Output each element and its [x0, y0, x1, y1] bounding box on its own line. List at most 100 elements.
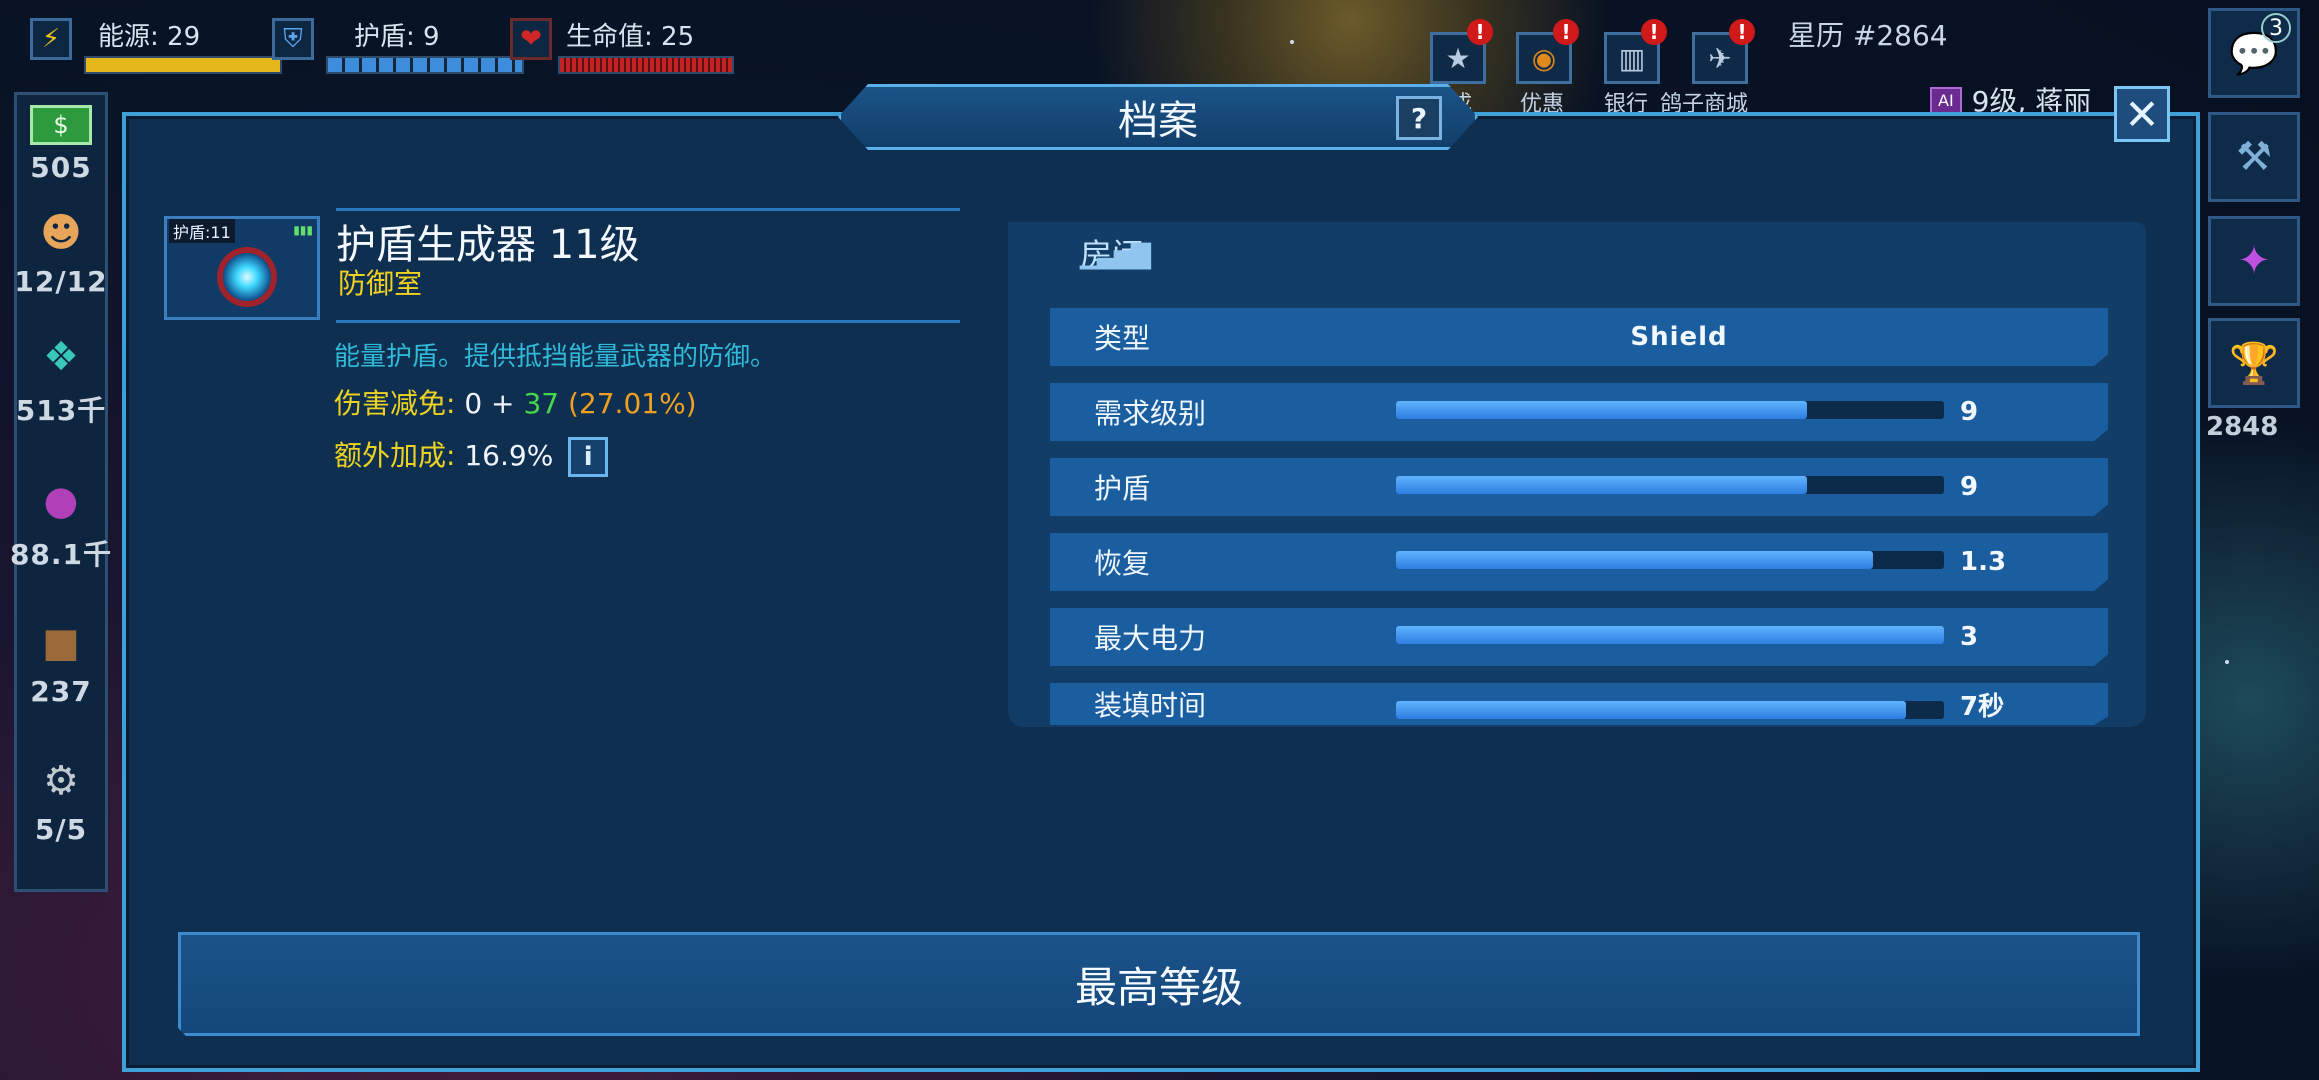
damage-reduction-base: 0 + — [464, 387, 515, 420]
alert-badge: ! — [1729, 19, 1755, 45]
cash-icon: $ — [30, 105, 92, 145]
stat-row: 护盾 9 — [1050, 458, 2108, 516]
hull-meter[interactable]: ❤ 生命值: 25 — [510, 18, 734, 74]
hull-bar — [558, 56, 734, 74]
room-type-row: 类型 Shield — [1050, 308, 2108, 366]
trophy-button[interactable]: 🏆 — [2208, 318, 2300, 408]
modal-title: 档案 — [1118, 98, 1198, 144]
pumpkin-icon: ◉ — [1531, 41, 1557, 75]
stat-bar — [1396, 551, 1944, 569]
stat-bar — [1396, 476, 1944, 494]
row-label: 恢复 — [1094, 547, 1151, 580]
stat-bar-fill — [1396, 626, 1944, 644]
close-button[interactable]: ✕ — [2114, 86, 2170, 142]
divider — [336, 320, 960, 323]
shield-generator-thumbnail: 护盾:11 ▮▮▮ — [164, 216, 320, 320]
storage-value: 237 — [30, 675, 92, 708]
achievement-button[interactable]: ★ ! — [1430, 19, 1493, 84]
alert-badge: ! — [1553, 19, 1579, 45]
stat-bar-fill — [1396, 551, 1873, 569]
sidebar-item-crew[interactable]: ☻ 12/12 — [14, 207, 108, 298]
shield-meter[interactable]: ⛨ 护盾: 9 — [272, 18, 524, 74]
sidebar-item-ships[interactable]: ⚙ 5/5 — [17, 755, 105, 846]
modal-header: 档案 — [838, 84, 1478, 150]
row-label: 护盾 — [1094, 472, 1151, 505]
chat-count-badge: 3 — [2261, 13, 2291, 43]
stat-row: 需求级别 9 — [1050, 383, 2108, 441]
sidebar-item-gas[interactable]: ● 88.1千 — [10, 475, 111, 573]
bank-button[interactable]: ▥ ! — [1604, 19, 1667, 84]
ai-badge: AI — [1930, 86, 1962, 114]
pigeon-shop-button[interactable]: ✈ ! — [1692, 19, 1755, 84]
damage-reduction-bonus: 37 — [523, 387, 560, 420]
hull-bar-fill — [560, 58, 732, 72]
stat-bar-fill — [1396, 401, 1807, 419]
crew-value: 12/12 — [14, 265, 108, 298]
row-label: 最大电力 — [1094, 622, 1207, 655]
bar-chart-icon: ▁▃▅▇ — [1080, 240, 1151, 270]
row-value: 9 — [1960, 472, 1979, 502]
row-label: 需求级别 — [1094, 397, 1207, 430]
star — [2225, 660, 2229, 664]
alliance-button[interactable]: ✦ — [2208, 216, 2300, 306]
gas-value: 88.1千 — [9, 538, 113, 571]
shield-bar — [326, 56, 524, 74]
crate-icon: ■ — [42, 620, 80, 666]
energy-bar-fill — [86, 58, 280, 72]
bank-icon: ▥ — [1618, 41, 1646, 75]
alert-badge: ! — [1641, 19, 1667, 45]
cash-value: 505 — [30, 151, 92, 184]
offers-button[interactable]: ◉ ! — [1516, 19, 1579, 84]
crew-icon: ☻ — [40, 210, 82, 256]
thumb-tag: 护盾:11 — [169, 219, 235, 243]
energy-meter[interactable]: ⚡ 能源: 29 — [30, 18, 282, 74]
sidebar-item-storage[interactable]: ■ 237 — [17, 617, 105, 708]
info-button[interactable]: i — [568, 437, 609, 477]
crystal-icon: ❖ — [43, 334, 79, 380]
stat-bar-fill — [1396, 701, 1906, 719]
max-level-button[interactable]: 最高等级 — [178, 932, 2140, 1036]
tab-room[interactable]: 房间 — [1008, 222, 1396, 284]
help-button[interactable]: ? — [1396, 96, 1442, 140]
mineral-value: 513千 — [15, 394, 107, 427]
shield-icon: ⛨ — [272, 18, 314, 60]
resource-sidebar: $ 505 ☻ 12/12 ❖ 513千 ● 88.1千 ■ 237 ⚙ 5/5 — [10, 92, 111, 892]
stardate: 星历 #2864 — [1788, 19, 1948, 52]
stat-row: 装填时间 7秒 — [1050, 683, 2108, 725]
damage-reduction-line: 伤害减免: 0 + 37 (27.01%) — [334, 382, 697, 422]
extra-bonus-label: 额外加成: — [334, 439, 456, 472]
row-value: 1.3 — [1960, 547, 2007, 577]
build-button[interactable]: ⚒ — [2208, 112, 2300, 202]
shield-bar-fill — [328, 58, 522, 72]
heart-icon: ❤ — [510, 18, 552, 60]
star-badge-icon: ★ — [1445, 41, 1471, 75]
ship-gear-icon: ⚙ — [43, 758, 79, 804]
row-value: 3 — [1960, 622, 1979, 652]
row-value: 7秒 — [1960, 691, 2005, 722]
top-hud: ⚡ 能源: 29 ⛨ 护盾: 9 ❤ 生命值: 25 ★ ! 成 ◉ ! 优惠 … — [0, 0, 2319, 118]
row-label: 装填时间 — [1094, 689, 1207, 722]
sidebar-item-mineral[interactable]: ❖ 513千 — [15, 331, 107, 429]
extra-bonus-value: 16.9% — [464, 439, 554, 472]
shield-label: 护盾: 9 — [354, 22, 440, 52]
shield-orb-icon — [223, 253, 271, 301]
sidebar-item-cash[interactable]: $ 505 — [17, 105, 105, 184]
alliance-icon: ✦ — [2237, 238, 2271, 284]
stat-row: 恢复 1.3 — [1050, 533, 2108, 591]
trophy-icon: 🏆 — [2229, 340, 2279, 387]
stat-bar-fill — [1396, 476, 1807, 494]
power-bars-icon: ▮▮▮ — [293, 223, 313, 237]
divider — [336, 208, 960, 211]
item-category: 防御室 — [338, 267, 423, 300]
hammer-icon: ⚒ — [2236, 134, 2272, 180]
energy-bar — [84, 56, 282, 74]
stat-bar — [1396, 701, 1944, 719]
chat-button[interactable]: 💬 3 — [2208, 8, 2300, 98]
stat-bar — [1396, 626, 1944, 644]
ships-value: 5/5 — [34, 813, 88, 846]
item-description: 能量护盾。提供抵挡能量武器的防御。 — [334, 342, 777, 372]
trophy-value: 2848 — [2206, 412, 2279, 442]
energy-label: 能源: 29 — [98, 22, 201, 52]
lightning-icon: ⚡ — [30, 18, 72, 60]
alert-badge: ! — [1467, 19, 1493, 45]
